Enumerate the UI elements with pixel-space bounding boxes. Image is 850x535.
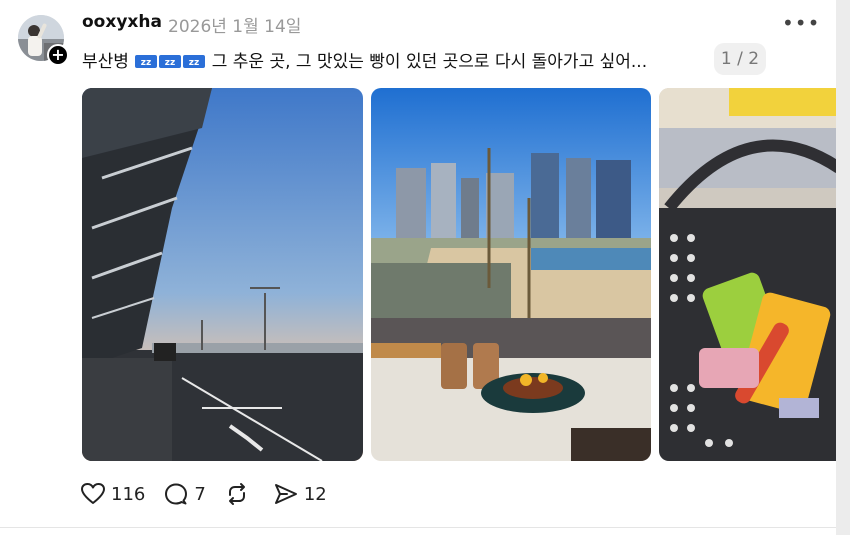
post-card[interactable]: + ooxyxha 2026년 1월 14일 ••• 부산병 zz zz zz 그 … — [0, 0, 839, 535]
comment-icon — [165, 483, 188, 505]
zzz-emoji-icon: zz — [159, 55, 182, 68]
post-caption: 부산병 zz zz zz 그 추운 곳, 그 맛있는 빵이 있던 곳으로 다시 돌아… — [82, 47, 647, 72]
caption-prefix: 부산병 — [82, 52, 129, 72]
share-count: 12 — [303, 483, 327, 505]
scroll-gutter — [836, 0, 850, 535]
pager-indicator[interactable]: 1 / 2 — [714, 43, 766, 75]
username[interactable]: ooxyxha — [82, 12, 162, 32]
like-button[interactable]: 116 — [80, 482, 145, 506]
photo-shopping-basket[interactable] — [659, 88, 839, 461]
svg-text:zz: zz — [189, 58, 199, 68]
repost-icon — [228, 483, 245, 505]
share-button[interactable]: 12 — [273, 482, 327, 506]
reply-button[interactable]: 7 — [163, 482, 206, 506]
caption-text: 그 추운 곳, 그 맛있는 빵이 있던 곳으로 다시 돌아가고 싶어... — [211, 52, 648, 72]
post-date: 2026년 1월 14일 — [168, 17, 302, 37]
svg-text:zz: zz — [141, 58, 151, 68]
repost-button[interactable] — [224, 482, 255, 506]
heart-icon — [81, 483, 105, 504]
reply-count: 7 — [194, 483, 206, 505]
zzz-emoji-icon: zz — [135, 55, 158, 68]
divider — [0, 527, 836, 528]
like-count: 116 — [111, 483, 146, 505]
svg-text:zz: zz — [165, 58, 175, 68]
follow-plus-icon[interactable]: + — [47, 44, 69, 66]
photo-beach-cafe[interactable] — [371, 88, 651, 461]
action-bar: 116 7 12 — [80, 481, 345, 507]
zzz-emoji-icon: zz — [183, 55, 206, 68]
photo-airport[interactable] — [82, 88, 363, 461]
more-horizontal-icon[interactable]: ••• — [782, 8, 819, 38]
send-icon — [274, 484, 297, 504]
